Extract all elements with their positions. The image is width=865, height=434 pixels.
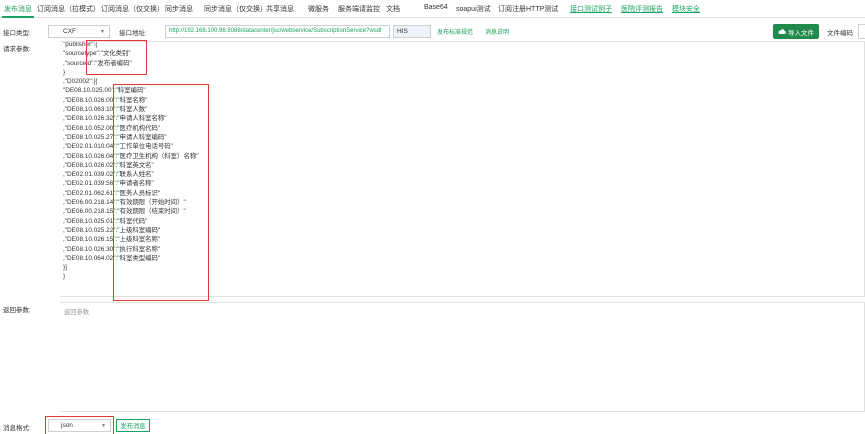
- request-line: ,"DE08.10.026.02":"科室英文名": [63, 161, 154, 169]
- request-line: "sourcetype":"文化类别": [63, 50, 131, 58]
- tab-subscribe-exchange[interactable]: 订阅消息（仅交换）: [101, 4, 164, 14]
- request-line: ,"DE08.10.026.30":"执行科室名称": [63, 245, 161, 253]
- tab-interface-example[interactable]: 接口测试例子: [570, 4, 612, 14]
- request-line: ,"DE08.10.026.00":"科室名称": [63, 96, 148, 104]
- request-json-text: "publisher":{ "sourcetype":"文化类别" ,"source…: [63, 41, 199, 282]
- interface-type-select[interactable]: CXF ▼: [48, 25, 110, 38]
- request-line: ,"DE08.10.025.01":"科室代码": [63, 217, 148, 225]
- interface-type-label: 接口类型:: [3, 30, 31, 37]
- request-line: ,"DE02.01.039.56":"申请者名称": [63, 180, 154, 188]
- request-params-textarea[interactable]: "publisher":{ "sourcetype":"文化类别" ,"source…: [60, 41, 865, 297]
- request-line: ,"DE08.10.025.22":"上级科室编码": [63, 226, 161, 234]
- request-line: ,"DE02.01.062.61":"医务人员标识": [63, 189, 161, 197]
- return-params-placeholder: 返回参数: [64, 309, 90, 316]
- tab-module-security[interactable]: 模块安全: [672, 4, 700, 14]
- tab-publish[interactable]: 发布消息: [4, 4, 32, 14]
- request-line: }: [63, 273, 66, 281]
- message-desc-link[interactable]: 消息说明: [485, 27, 509, 36]
- request-line: ,"D02002":[{: [63, 78, 98, 86]
- message-format-select[interactable]: json ▼: [48, 419, 111, 432]
- publish-spec-link[interactable]: 发布标准规范: [437, 27, 473, 36]
- interface-addr-label: 接口地址:: [119, 30, 147, 37]
- request-line: "DE08.10.025.00":"科室编码": [63, 87, 146, 95]
- request-line: ,"DE08.10.026.32":"申请人科室名称": [63, 115, 167, 123]
- request-line: ,"DE02.01.010.04":"工作单位电话号码": [63, 143, 173, 151]
- request-line: }]: [63, 264, 67, 272]
- return-params-textarea[interactable]: 返回参数: [60, 302, 865, 412]
- request-params-label: 请求参数:: [3, 46, 31, 53]
- request-line: ,"DE08.10.025.27":"申请人科室编码": [63, 133, 167, 141]
- tab-subscribe-pull[interactable]: 订阅消息（拉模式）: [37, 4, 100, 14]
- tab-http-test[interactable]: 订阅注册HTTP测试: [498, 4, 558, 14]
- publish-message-button[interactable]: 发布消息: [116, 419, 150, 432]
- import-file-button[interactable]: 导入文件: [773, 24, 819, 39]
- tab-microservice[interactable]: 微服务: [308, 4, 329, 14]
- interface-addr-input[interactable]: http://192.168.100.96:8088/datacenter/js…: [165, 25, 390, 38]
- request-line: ,"DE08.10.064.02":"科室类型编码": [63, 254, 161, 262]
- tab-soapui[interactable]: soapui测试: [456, 4, 491, 14]
- tab-bar: 发布消息 订阅消息（拉模式） 订阅消息（仅交换） 同步消息 同步消息（仅交换） …: [0, 0, 865, 18]
- active-tab-indicator: [2, 16, 34, 18]
- request-line: ,"DE08.10.026.15":"上级科室名称": [63, 236, 161, 244]
- request-line: ,"DE08.10.052.00":"医疗机构代码": [63, 124, 161, 132]
- cloud-icon: [778, 29, 786, 34]
- request-line: }: [63, 68, 66, 76]
- request-line: ,"DE08.10.026.04":"医疗卫生机构（科室）名称": [63, 152, 199, 160]
- request-line: ,"sourceid":"发布者编码": [63, 59, 132, 67]
- tab-docs[interactable]: 文档: [386, 4, 400, 14]
- chevron-down-icon: ▼: [101, 423, 106, 429]
- tab-sync[interactable]: 同步消息: [165, 4, 193, 14]
- request-line: ,"DE06.00.218.14":"有效期限（开始时间）": [63, 199, 186, 207]
- message-format-value: json: [61, 422, 73, 429]
- message-format-label: 消息格式:: [3, 425, 31, 432]
- tab-base64[interactable]: Base64: [424, 4, 448, 11]
- request-line: "publisher":{: [63, 41, 98, 48]
- method-input[interactable]: HIS: [393, 25, 431, 38]
- chevron-down-icon: ▼: [100, 29, 105, 35]
- import-file-label: 导入文件: [788, 29, 814, 37]
- tab-hospital-report[interactable]: 医院评测报告: [621, 4, 663, 14]
- request-line: ,"DE02.01.039.02":"联系人姓名": [63, 171, 154, 179]
- tab-sync-exchange[interactable]: 同步消息（仅交换）: [204, 4, 267, 14]
- file-encoding-label: 文件编码: [827, 30, 853, 37]
- request-line: ,"DE08.10.063.10":"科室人数": [63, 106, 148, 114]
- tab-monitor[interactable]: 服务端请监控: [338, 4, 380, 14]
- file-encoding-select[interactable]: [858, 24, 865, 39]
- interface-type-value: CXF: [63, 28, 76, 35]
- return-params-label: 返回参数:: [3, 307, 31, 314]
- tab-share[interactable]: 共享消息: [266, 4, 294, 14]
- request-line: ,"DE06.00.218.15":"有效期限（结束时间）": [63, 208, 186, 216]
